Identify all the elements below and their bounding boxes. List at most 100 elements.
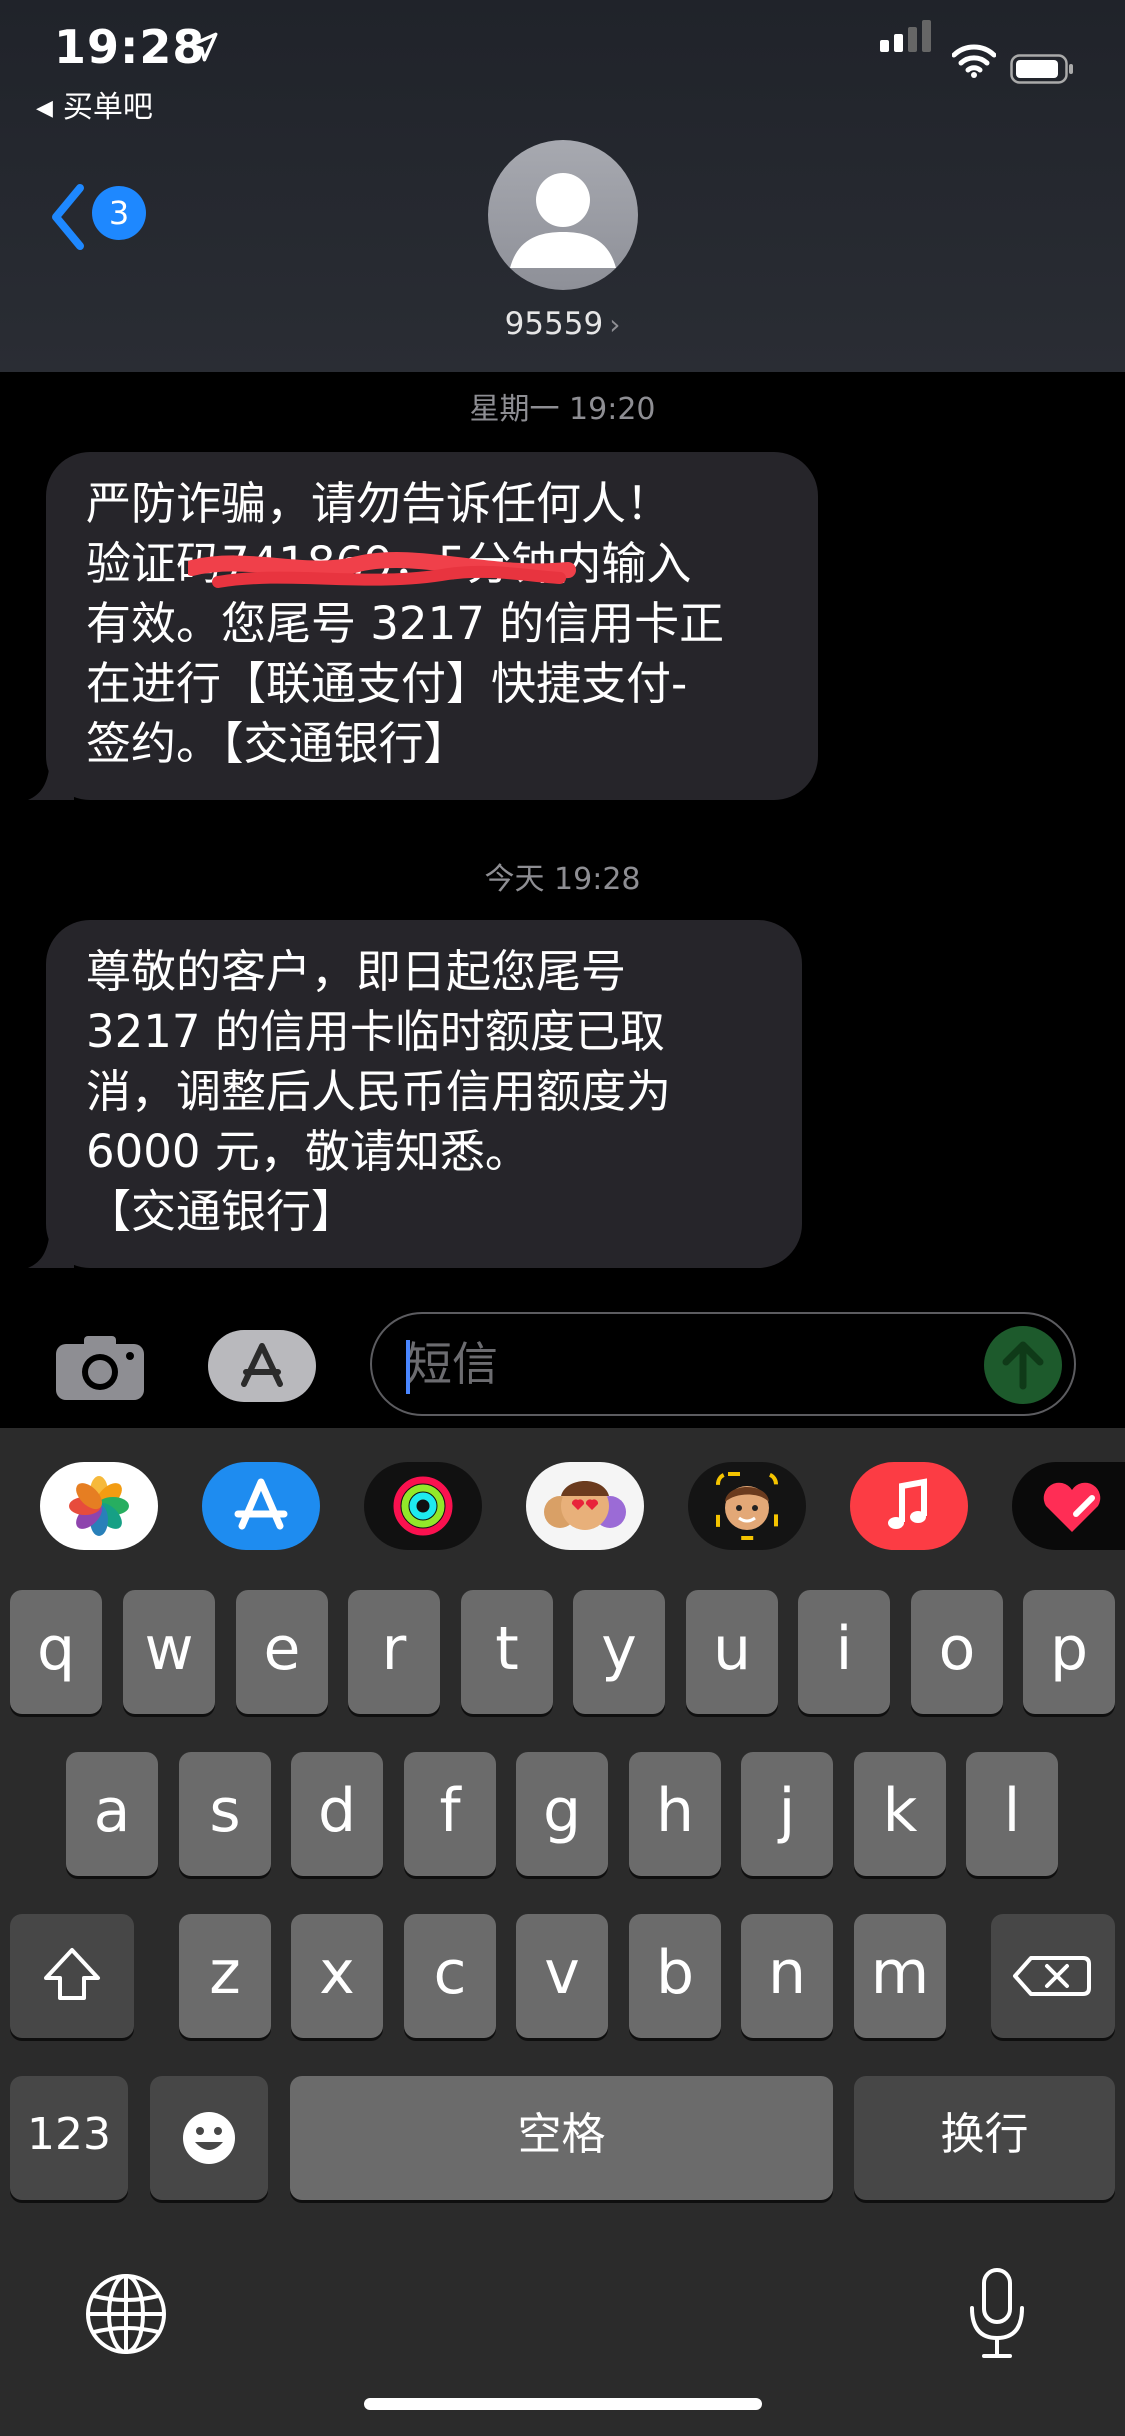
photos-icon[interactable]: [40, 1462, 158, 1550]
message-line: 【交通银行】: [86, 1185, 357, 1238]
key-label: a: [93, 1776, 131, 1846]
microphone-icon[interactable]: [960, 2264, 1034, 2364]
key-label: c: [433, 1938, 467, 2008]
key-f[interactable]: f: [404, 1752, 496, 1876]
key-label: 空格: [517, 2109, 606, 2160]
send-button[interactable]: [984, 1326, 1062, 1404]
battery-icon: [1010, 54, 1073, 84]
delete-key[interactable]: [991, 1914, 1115, 2038]
contact-name[interactable]: 95559 ›: [0, 306, 1125, 342]
back-app-label: 买单吧: [62, 90, 153, 125]
key-label: u: [712, 1614, 752, 1684]
key-label: n: [767, 1938, 807, 2008]
key-g[interactable]: g: [516, 1752, 608, 1876]
back-to-app-link[interactable]: ◀ 买单吧: [36, 82, 153, 126]
return-key[interactable]: 换行: [854, 2076, 1115, 2200]
key-label: 123: [27, 2109, 111, 2160]
contact-avatar[interactable]: [488, 140, 638, 290]
bubble-tail: [28, 1222, 74, 1268]
key-u[interactable]: u: [686, 1590, 778, 1714]
key-k[interactable]: k: [854, 1752, 946, 1876]
key-label: o: [938, 1614, 976, 1684]
shift-arrow-icon: [44, 1948, 100, 2000]
key-c[interactable]: c: [404, 1914, 496, 2038]
key-n[interactable]: n: [741, 1914, 833, 2038]
key-label: w: [144, 1614, 194, 1684]
photos-flower-icon: [69, 1476, 129, 1536]
key-label: p: [1049, 1614, 1089, 1684]
activity-icon[interactable]: [364, 1462, 482, 1550]
key-h[interactable]: h: [629, 1752, 721, 1876]
memoji-stickers-icon[interactable]: [526, 1462, 644, 1550]
key-b[interactable]: b: [629, 1914, 721, 2038]
key-m[interactable]: m: [854, 1914, 946, 2038]
unread-count-badge[interactable]: 3: [92, 186, 146, 240]
digital-touch-icon[interactable]: [1012, 1462, 1125, 1550]
key-label: z: [209, 1938, 241, 2008]
home-indicator[interactable]: [364, 2398, 762, 2410]
message-bubble[interactable]: 严防诈骗，请勿告诉任何人！ 验证码741869，5分钟内输入 有效。您尾号 32…: [28, 452, 818, 800]
shift-key[interactable]: [10, 1914, 134, 2038]
key-label: t: [495, 1614, 519, 1684]
key-label: b: [655, 1938, 695, 2008]
key-label: h: [655, 1776, 695, 1846]
chevron-right-icon: ›: [609, 308, 621, 341]
key-l[interactable]: l: [966, 1752, 1058, 1876]
message-timestamp: 今天 19:28: [484, 862, 641, 897]
app-store-button[interactable]: [208, 1330, 316, 1402]
camera-button[interactable]: [54, 1332, 146, 1402]
key-o[interactable]: o: [911, 1590, 1003, 1714]
message-line: 尊敬的客户，即日起您尾号: [86, 945, 627, 998]
numbers-key[interactable]: 123: [10, 2076, 128, 2200]
message-timestamp: 星期一 19:20: [469, 392, 656, 427]
key-label: q: [36, 1614, 76, 1684]
globe-icon[interactable]: [82, 2270, 170, 2358]
emoji-smiley-icon: [183, 2112, 235, 2164]
message-line: 有效。您尾号 3217 的信用卡正: [86, 597, 725, 650]
key-x[interactable]: x: [291, 1914, 383, 2038]
message-line: 3217 的信用卡临时额度已取: [86, 1005, 665, 1058]
backspace-icon: [1013, 1956, 1091, 1996]
key-p[interactable]: p: [1023, 1590, 1115, 1714]
text-caret: [406, 1340, 410, 1394]
key-w[interactable]: w: [123, 1590, 215, 1714]
message-line: 6000 元，敬请知悉。: [86, 1125, 530, 1178]
message-text: 尊敬的客户，即日起您尾号 3217 的信用卡临时额度已取 消，调整后人民币信用额…: [46, 942, 802, 1242]
memoji-icon[interactable]: [688, 1462, 806, 1550]
key-label: f: [439, 1776, 461, 1846]
music-icon[interactable]: [850, 1462, 968, 1550]
key-e[interactable]: e: [236, 1590, 328, 1714]
key-label: y: [601, 1614, 637, 1684]
message-bubble[interactable]: 尊敬的客户，即日起您尾号 3217 的信用卡临时额度已取 消，调整后人民币信用额…: [28, 920, 802, 1268]
music-note-icon: [888, 1478, 927, 1529]
key-d[interactable]: d: [291, 1752, 383, 1876]
key-t[interactable]: t: [461, 1590, 553, 1714]
keyboard: q w e r t y u i o p a s d f g h j k l z …: [0, 1428, 1125, 2436]
app-store-icon[interactable]: [202, 1462, 320, 1550]
key-v[interactable]: v: [516, 1914, 608, 2038]
contact-number: 95559: [504, 306, 604, 342]
key-q[interactable]: q: [10, 1590, 102, 1714]
key-y[interactable]: y: [573, 1590, 665, 1714]
key-label: r: [381, 1614, 407, 1684]
key-label: d: [317, 1776, 357, 1846]
key-a[interactable]: a: [66, 1752, 158, 1876]
back-triangle-icon: ◀: [36, 96, 53, 121]
key-i[interactable]: i: [798, 1590, 890, 1714]
key-label: 换行: [940, 2109, 1029, 2160]
key-s[interactable]: s: [179, 1752, 271, 1876]
back-chevron-icon[interactable]: [48, 182, 88, 252]
emoji-key[interactable]: [150, 2076, 268, 2200]
key-z[interactable]: z: [179, 1914, 271, 2038]
space-key[interactable]: 空格: [290, 2076, 833, 2200]
message-line: 严防诈骗，请勿告诉任何人！: [86, 477, 672, 530]
key-j[interactable]: j: [741, 1752, 833, 1876]
redaction-scribble: [188, 552, 576, 588]
key-r[interactable]: r: [348, 1590, 440, 1714]
memoji-face-icon: [716, 1472, 778, 1540]
activity-rings-icon: [393, 1476, 453, 1536]
app-store-a-icon: [241, 1343, 283, 1387]
message-input[interactable]: 短信: [370, 1312, 1076, 1416]
arrow-up-icon: [1002, 1341, 1044, 1390]
key-label: j: [778, 1776, 796, 1846]
